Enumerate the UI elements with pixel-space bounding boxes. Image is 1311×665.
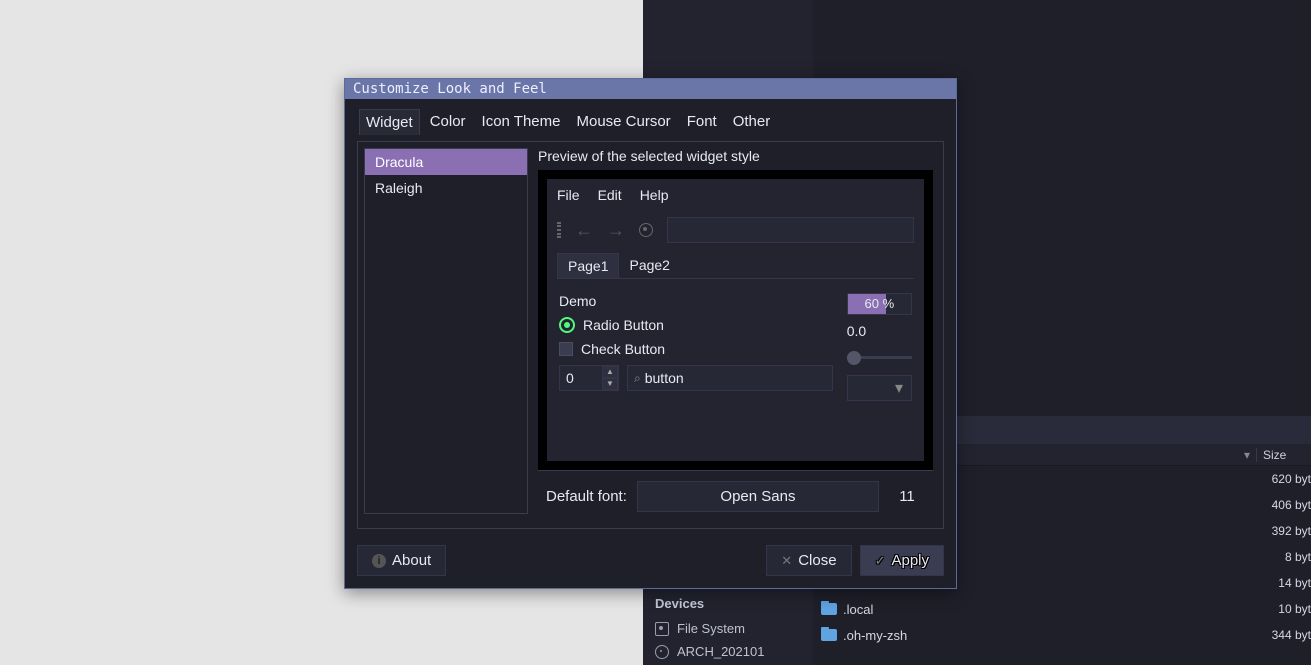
- devices-section: Devices File System ARCH_202101: [643, 590, 813, 663]
- preview-menubar: File Edit Help: [557, 183, 914, 207]
- dialog-action-bar: i About ✕ Close ✓ Apply: [345, 537, 956, 588]
- search-icon: ⌕: [634, 371, 641, 386]
- font-button[interactable]: Open Sans: [637, 481, 879, 512]
- menu-file[interactable]: File: [557, 187, 580, 203]
- chevron-down-icon: ▾: [895, 378, 903, 398]
- preview-toolbar: ← →: [557, 213, 914, 247]
- toolbar-handle-icon[interactable]: [557, 222, 561, 238]
- theme-item-raleigh[interactable]: Raleigh: [365, 175, 527, 201]
- column-size[interactable]: Size: [1256, 448, 1311, 462]
- radio-label: Radio Button: [583, 317, 664, 333]
- font-size: 11: [889, 488, 925, 505]
- font-family: Open Sans: [720, 488, 795, 505]
- window-title: Customize Look and Feel: [353, 81, 547, 97]
- theme-list[interactable]: Dracula Raleigh: [364, 148, 528, 514]
- device-file-system[interactable]: File System: [643, 617, 813, 640]
- checkbox-icon: [559, 342, 573, 356]
- main-tabs: Widget Color Icon Theme Mouse Cursor Fon…: [345, 99, 956, 137]
- spin-up-icon[interactable]: ▲: [602, 366, 618, 378]
- tab-font[interactable]: Font: [681, 109, 723, 135]
- record-icon[interactable]: [639, 223, 653, 237]
- frame-label: Demo: [559, 293, 833, 309]
- scale-value: 0.0: [847, 323, 912, 339]
- preview-box: File Edit Help ← → Page1: [538, 170, 933, 470]
- preview-column: Preview of the selected widget style Fil…: [528, 142, 943, 528]
- forward-icon[interactable]: →: [607, 220, 625, 241]
- default-font-row: Default font: Open Sans 11: [538, 470, 933, 522]
- back-icon[interactable]: ←: [575, 220, 593, 241]
- device-label: ARCH_202101: [677, 644, 764, 659]
- lxappearance-window: Customize Look and Feel Widget Color Ico…: [344, 78, 957, 589]
- folder-icon: [821, 603, 837, 615]
- radio-icon: [559, 317, 575, 333]
- info-icon: i: [372, 554, 386, 568]
- tab-widget[interactable]: Widget: [359, 109, 420, 135]
- close-label: Close: [798, 552, 836, 569]
- device-arch[interactable]: ARCH_202101: [643, 640, 813, 663]
- list-item[interactable]: .local10 byt: [813, 596, 1311, 622]
- tab-color[interactable]: Color: [424, 109, 472, 135]
- radio-button[interactable]: Radio Button: [559, 317, 833, 333]
- window-titlebar[interactable]: Customize Look and Feel: [345, 79, 956, 99]
- combo-box[interactable]: ▾: [847, 375, 912, 401]
- preview-label: Preview of the selected widget style: [538, 148, 933, 164]
- device-label: File System: [677, 621, 745, 636]
- slider-knob-icon[interactable]: [847, 351, 861, 365]
- progress-text: 60 %: [848, 294, 911, 314]
- about-label: About: [392, 552, 431, 569]
- devices-heading: Devices: [643, 590, 813, 617]
- menu-help[interactable]: Help: [640, 187, 669, 203]
- close-button[interactable]: ✕ Close: [766, 545, 851, 576]
- folder-icon: [821, 629, 837, 641]
- search-entry[interactable]: ⌕: [627, 365, 833, 391]
- scale-slider[interactable]: [847, 347, 912, 367]
- about-button[interactable]: i About: [357, 545, 446, 576]
- check-label: Check Button: [581, 341, 665, 357]
- disc-icon: [655, 645, 669, 659]
- toolbar-entry[interactable]: [667, 217, 914, 243]
- search-input[interactable]: [645, 366, 826, 390]
- preview-tabs: Page1 Page2: [557, 253, 914, 279]
- theme-item-dracula[interactable]: Dracula: [365, 149, 527, 175]
- tab-icon-theme[interactable]: Icon Theme: [476, 109, 567, 135]
- spin-button[interactable]: ▲ ▼: [559, 365, 619, 391]
- sort-arrow-icon: ▾: [1244, 448, 1250, 462]
- apply-button[interactable]: ✓ Apply: [860, 545, 944, 576]
- spin-down-icon[interactable]: ▼: [602, 378, 618, 390]
- preview-tab-page2[interactable]: Page2: [619, 253, 679, 278]
- widget-tab-content: Dracula Raleigh Preview of the selected …: [357, 141, 944, 529]
- font-label: Default font:: [546, 488, 627, 505]
- list-item[interactable]: .oh-my-zsh344 byt: [813, 622, 1311, 648]
- check-button[interactable]: Check Button: [559, 341, 833, 357]
- preview-tab-page1[interactable]: Page1: [557, 253, 619, 278]
- tab-other[interactable]: Other: [727, 109, 777, 135]
- menu-edit[interactable]: Edit: [598, 187, 622, 203]
- close-icon: ✕: [781, 553, 792, 569]
- spin-input[interactable]: [560, 366, 602, 390]
- check-icon: ✓: [875, 553, 886, 569]
- apply-label: Apply: [891, 552, 929, 569]
- tab-mouse-cursor[interactable]: Mouse Cursor: [570, 109, 676, 135]
- disk-icon: [655, 622, 669, 636]
- progress-bar: 60 %: [847, 293, 912, 315]
